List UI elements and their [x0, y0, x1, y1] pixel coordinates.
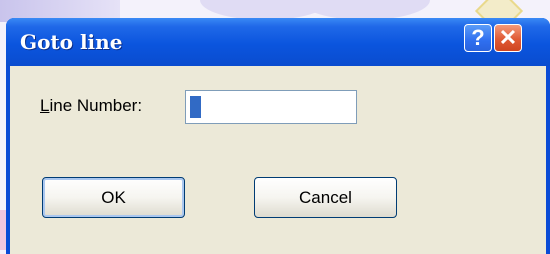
cancel-label: Cancel — [299, 187, 352, 207]
dialog-body: Line Number: OK Cancel — [10, 66, 546, 254]
label-text: ine Number: — [49, 96, 143, 115]
dialog-title: Goto line — [20, 30, 123, 54]
line-number-label: Line Number: — [40, 96, 142, 116]
line-number-input[interactable] — [185, 90, 357, 124]
ok-button[interactable]: OK — [42, 177, 185, 218]
background-art — [300, 0, 430, 20]
close-button[interactable]: ✕ — [494, 24, 522, 52]
close-icon: ✕ — [498, 25, 518, 50]
title-bar[interactable]: Goto line ? ✕ — [6, 18, 550, 66]
ok-label: OK — [101, 187, 126, 207]
cancel-button[interactable]: Cancel — [254, 177, 397, 218]
goto-line-dialog: Goto line ? ✕ Line Number: OK Cancel — [6, 18, 550, 254]
help-icon: ? — [471, 25, 485, 50]
help-button[interactable]: ? — [464, 24, 492, 52]
